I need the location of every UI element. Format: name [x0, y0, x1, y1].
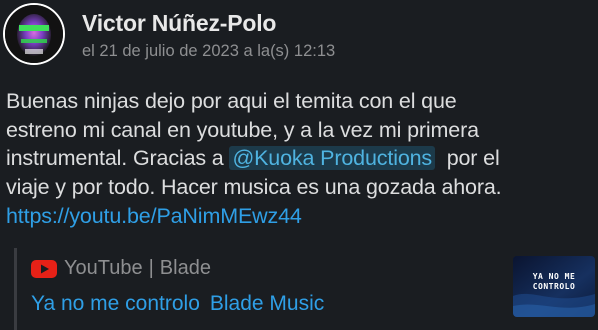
video-author-link[interactable]: Blade Music: [210, 292, 324, 315]
message: Victor Núñez-Polo el 21 de julio de 2023…: [0, 0, 598, 330]
preview-provider: YouTube | Blade: [31, 257, 211, 280]
preview-title: Ya no me controlo Blade Music: [31, 292, 324, 316]
message-body-text: por el: [435, 146, 500, 171]
provider-name[interactable]: YouTube: [64, 257, 143, 280]
user-mention[interactable]: @Kuoka Productions: [229, 146, 436, 171]
channel-name[interactable]: Blade: [160, 257, 211, 280]
avatar-image: [5, 5, 63, 63]
message-body-line: estreno mi canal en youtube, y a la vez …: [6, 117, 479, 142]
message-body-line: instrumental. Gracias a @Kuoka Productio…: [6, 144, 596, 173]
thumbnail-caption: YA NO ME CONTROLO: [532, 272, 576, 291]
avatar[interactable]: [3, 3, 65, 65]
message-body-line: Buenas ninjas dejo por aqui el temita co…: [6, 89, 457, 113]
message-body: Buenas ninjas dejo por aqui el temita co…: [6, 87, 596, 231]
message-body-line: viaje y por todo. Hacer musica es una go…: [6, 175, 502, 200]
provider-separator: |: [148, 257, 154, 279]
author-name[interactable]: Victor Núñez-Polo: [82, 10, 276, 37]
message-timestamp[interactable]: el 21 de julio de 2023 a la(s) 12:13: [82, 42, 335, 61]
link-preview: YouTube | Blade Ya no me controlo Blade M…: [14, 248, 597, 330]
youtube-icon: [31, 259, 57, 278]
message-body-text: instrumental. Gracias a: [6, 146, 230, 171]
video-title-link[interactable]: Ya no me controlo: [31, 292, 200, 315]
youtube-link[interactable]: https://youtu.be/PaNimMEwz44: [6, 202, 596, 231]
video-thumbnail[interactable]: YA NO ME CONTROLO: [513, 256, 595, 317]
